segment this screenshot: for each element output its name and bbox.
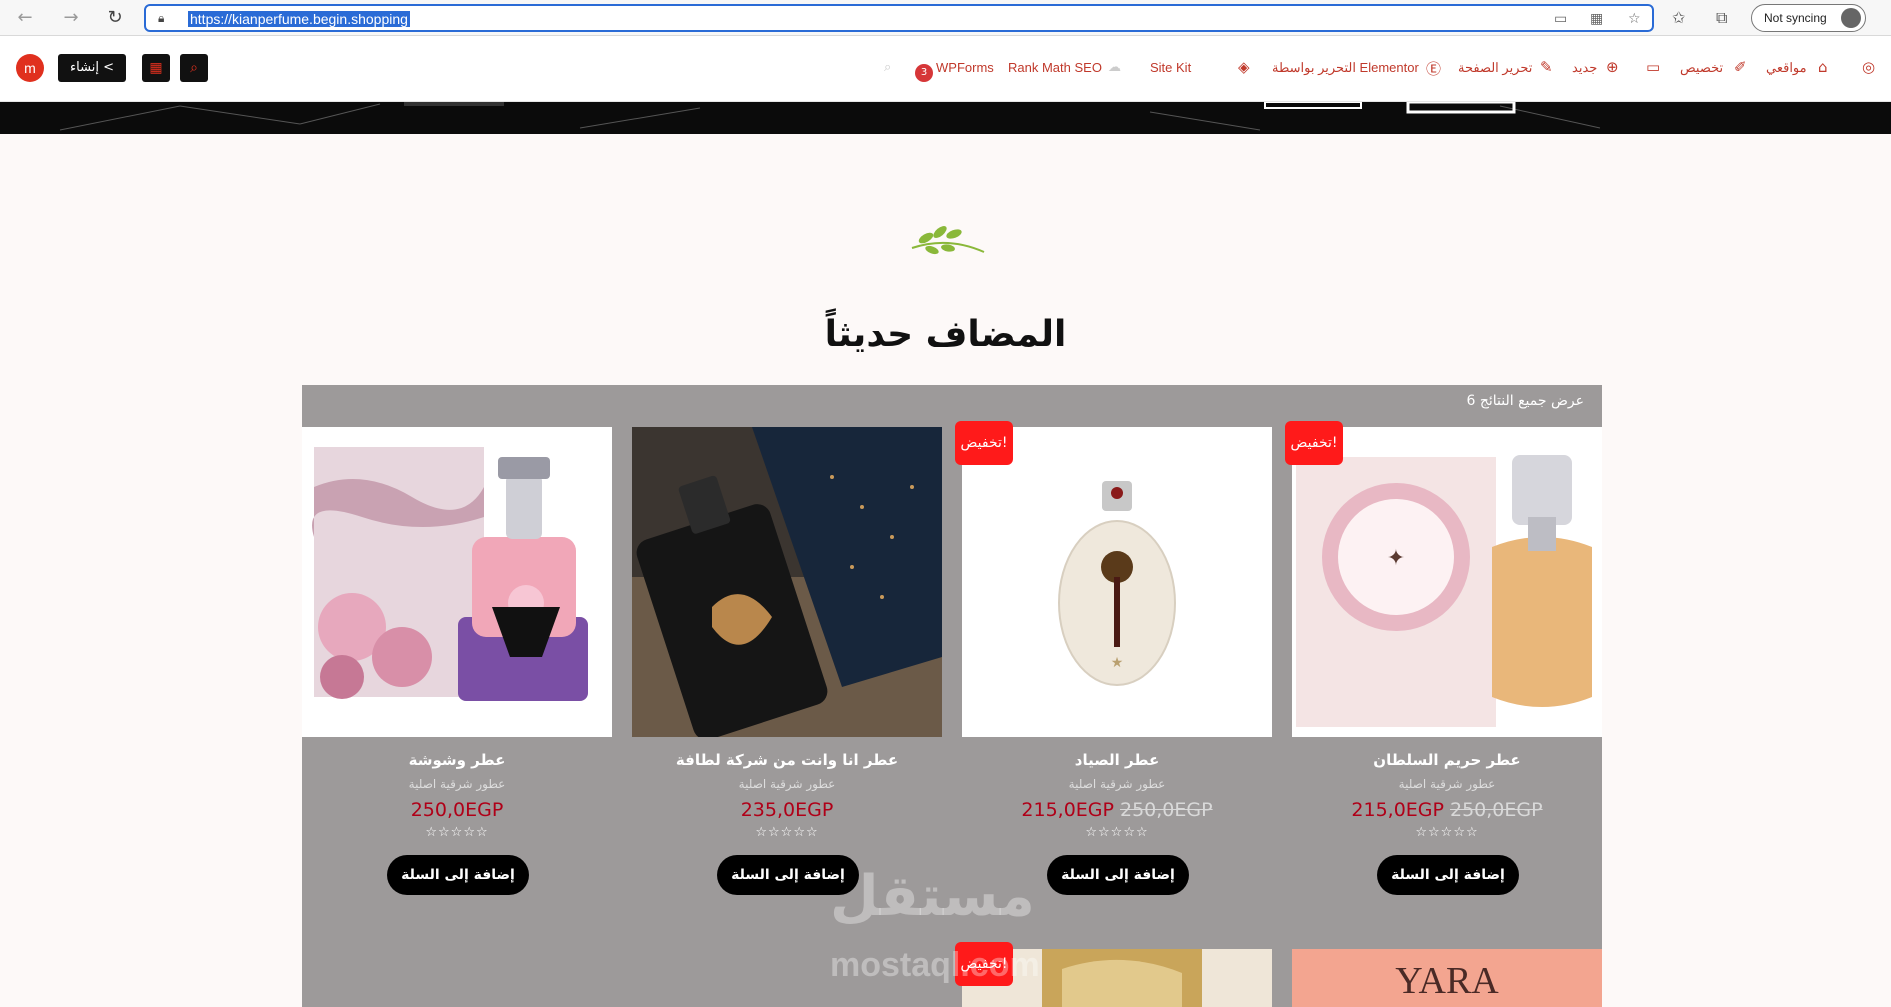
pencil-icon: ✎: [1540, 58, 1553, 76]
rating-stars: ☆☆☆☆☆: [1085, 825, 1149, 840]
product-category[interactable]: عطور شرقية اصلية: [1292, 777, 1602, 791]
back-icon[interactable]: ←: [14, 7, 36, 29]
product-name[interactable]: عطر حريم السلطان: [1292, 751, 1602, 769]
rank-math-icon: ☁: [1108, 60, 1121, 75]
add-to-cart-button[interactable]: إضافة إلى السلة: [1047, 855, 1189, 895]
forward-icon[interactable]: →: [60, 7, 82, 29]
product-image[interactable]: [632, 427, 942, 737]
my-sites-menu[interactable]: مواقعي: [1766, 60, 1807, 76]
product-price: 215,0EGP 250,0EGP: [1292, 799, 1602, 821]
product-price: 215,0EGP 250,0EGP: [962, 799, 1272, 821]
product-image[interactable]: ✦: [1292, 427, 1602, 737]
product-name[interactable]: عطر الصياد: [962, 751, 1272, 769]
perfume-ana-wa-anta-image: [632, 427, 942, 737]
edit-page-menu[interactable]: تحرير الصفحة: [1458, 60, 1532, 76]
product-price: 235,0EGP: [632, 799, 942, 821]
current-price: 215,0EGP: [1351, 799, 1444, 821]
sites-icon: ⌂: [1818, 58, 1828, 76]
old-price: 250,0EGP: [1120, 799, 1213, 821]
rating-stars: ☆☆☆☆☆: [755, 825, 819, 840]
rank-math-menu[interactable]: Rank Math SEO: [1008, 60, 1102, 75]
create-button[interactable]: إنشاء <: [58, 54, 126, 82]
profile-avatar: [1841, 8, 1861, 28]
search-small-icon[interactable]: ⌕: [884, 60, 891, 75]
favorite-star-icon[interactable]: ☆: [1628, 11, 1641, 27]
customize-menu[interactable]: تخصيص: [1680, 60, 1723, 76]
brush-icon: ✐: [1734, 58, 1747, 76]
url-text[interactable]: https://kianperfume.begin.shopping: [188, 11, 410, 27]
plus-circle-icon: ⊕: [1606, 58, 1619, 76]
hero-network-pattern: [59, 102, 1601, 131]
old-price: 250,0EGP: [1450, 799, 1543, 821]
sale-badge: تخفيض!: [1285, 421, 1343, 465]
qr-icon[interactable]: ▦: [1590, 11, 1603, 27]
product-category[interactable]: عطور شرقية اصلية: [962, 777, 1272, 791]
add-to-cart-button[interactable]: إضافة إلى السلة: [387, 855, 529, 895]
perfume-washwasha-image: [302, 427, 612, 737]
site-kit-menu[interactable]: Site Kit: [1150, 60, 1191, 75]
product-image[interactable]: ★: [962, 427, 1272, 737]
wordpress-icon[interactable]: ◎: [1862, 58, 1875, 76]
hero-banner-bottom: [0, 102, 1891, 134]
add-to-cart-button[interactable]: إضافة إلى السلة: [1377, 855, 1519, 895]
user-avatar[interactable]: m: [16, 54, 44, 82]
search-icon[interactable]: ⌕: [180, 54, 208, 82]
favorites-icon[interactable]: ✩: [1672, 8, 1685, 27]
product-price: 250,0EGP: [302, 799, 612, 821]
perfume-hareem-al-sultan-image: ✦: [1292, 427, 1602, 737]
collections-icon[interactable]: ⧉: [1716, 8, 1727, 28]
sale-badge: تخفيض!: [955, 421, 1013, 465]
install-app-icon[interactable]: ▭: [1554, 11, 1567, 27]
browser-toolbar: ← → ↻ 🔒︎ https://kianperfume.begin.shopp…: [0, 0, 1891, 36]
reload-icon[interactable]: ↻: [104, 7, 126, 29]
wpforms-menu[interactable]: WPForms: [936, 60, 994, 75]
comment-icon[interactable]: ▭: [1646, 58, 1660, 76]
section-title: المضاف حديثاً: [824, 314, 1067, 355]
yara-label: YARA: [1395, 960, 1499, 1002]
rating-stars: ☆☆☆☆☆: [1415, 825, 1479, 840]
leaf-ornament-icon: [911, 226, 985, 255]
product-category[interactable]: عطور شرقية اصلية: [302, 777, 612, 791]
elementor-diamond-icon: ◈: [1238, 58, 1250, 76]
rating-stars: ☆☆☆☆☆: [425, 825, 489, 840]
current-price: 235,0EGP: [740, 799, 834, 821]
watermark-logo: مستقل: [830, 864, 1035, 929]
edit-elementor-menu[interactable]: التحرير بواسطة Elementor: [1272, 60, 1419, 76]
lock-icon: 🔒︎: [158, 11, 165, 25]
wp-admin-bar: m إنشاء < ▦ ⌕ ⌕ 3 WPForms Rank Math SEO …: [0, 36, 1891, 102]
product-image[interactable]: [302, 427, 612, 737]
elementor-e-icon: Ⓔ: [1426, 60, 1442, 78]
product-name[interactable]: عطر انا وانت من شركة لطافة: [632, 751, 942, 769]
perfume-al-sayad-image: ★: [962, 427, 1272, 737]
box-label: ✦: [1387, 546, 1405, 571]
product-category[interactable]: عطور شرقية اصلية: [632, 777, 942, 791]
dashboard-grid-icon[interactable]: ▦: [142, 54, 170, 82]
sync-button[interactable]: Not syncing: [1751, 4, 1866, 32]
new-menu[interactable]: جديد: [1572, 60, 1597, 76]
current-price: 215,0EGP: [1021, 799, 1114, 821]
product-image-yara[interactable]: YARA: [1292, 949, 1602, 1007]
current-price: 250,0EGP: [410, 799, 504, 821]
results-link[interactable]: عرض جميع النتائج 6: [1466, 393, 1584, 409]
bottle-label: ★: [1111, 655, 1124, 671]
page-body: المضاف حديثاً عرض جميع النتائج 6 عطر وشو…: [0, 134, 1891, 1007]
watermark-text: mostaql.com: [830, 946, 1040, 984]
sync-label: Not syncing: [1764, 11, 1827, 25]
wpforms-badge: 3: [915, 64, 933, 82]
address-bar[interactable]: 🔒︎ https://kianperfume.begin.shopping ▭ …: [144, 4, 1654, 32]
product-name[interactable]: عطر وشوشة: [302, 751, 612, 769]
